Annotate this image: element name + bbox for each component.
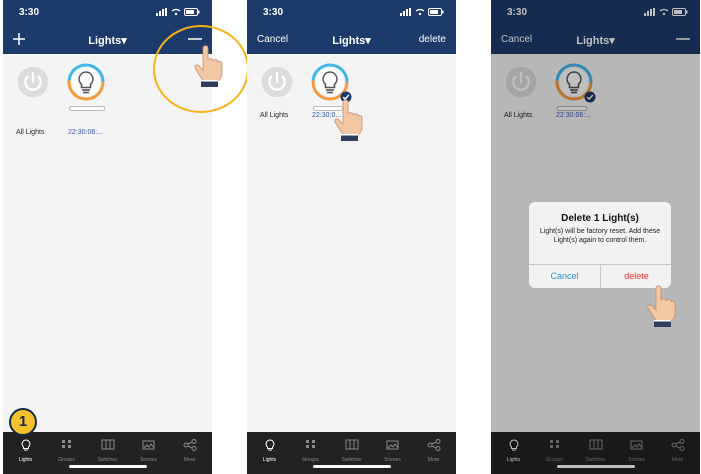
battery-icon xyxy=(428,8,444,16)
tab-more[interactable]: More xyxy=(169,438,210,463)
tab-label: Lights xyxy=(18,457,33,463)
home-indicator xyxy=(313,465,391,468)
tab-label: Scenes xyxy=(140,457,157,463)
all-lights-power-icon[interactable] xyxy=(259,64,295,100)
lights-tab-icon xyxy=(21,439,30,451)
delete-button[interactable]: delete xyxy=(419,34,446,45)
tab-label: Groups xyxy=(302,457,319,463)
tap-hand-icon xyxy=(646,284,676,328)
battery-icon xyxy=(184,8,200,16)
light-bulb-icon[interactable] xyxy=(66,62,106,102)
share-more-icon xyxy=(183,439,196,451)
tab-label: More xyxy=(183,457,196,463)
delete-confirm-dialog: Delete 1 Light(s) Light(s) will be facto… xyxy=(529,202,671,288)
tab-label: Switches xyxy=(97,457,118,463)
tab-groups[interactable]: Groups xyxy=(290,438,331,463)
home-indicator xyxy=(69,465,147,468)
tab-groups[interactable]: Groups xyxy=(46,438,87,463)
scenes-tab-icon xyxy=(386,440,398,450)
tab-more[interactable]: More xyxy=(413,438,454,463)
phone-screen-delete-dialog: 3:30 Cancel Lights▾ All Lights 22:30:06:… xyxy=(491,0,700,474)
lights-tab-icon xyxy=(265,439,274,451)
status-icons xyxy=(156,8,200,16)
wifi-icon xyxy=(171,8,181,16)
tab-switches[interactable]: Switches xyxy=(87,438,128,463)
tab-scenes[interactable]: Scenes xyxy=(372,438,413,463)
device-label-all-lights: All Lights xyxy=(260,112,289,119)
tap-hand-icon xyxy=(193,44,223,88)
status-icons xyxy=(400,8,444,16)
tab-lights[interactable]: Lights xyxy=(5,438,46,463)
tab-label: Groups xyxy=(58,457,75,463)
tab-label: Scenes xyxy=(384,457,401,463)
dialog-cancel-button[interactable]: Cancel xyxy=(529,271,600,281)
dialog-delete-button[interactable]: delete xyxy=(601,271,672,281)
wifi-icon xyxy=(415,8,425,16)
status-time: 3:30 xyxy=(19,7,40,18)
device-label-light: 22:30:06:... xyxy=(68,129,104,136)
nav-bar: Cancel Lights▾ delete xyxy=(247,26,456,54)
device-grid: All Lights 22:30:06:... xyxy=(3,54,212,432)
share-more-icon xyxy=(427,439,440,451)
tab-label: Switches xyxy=(341,457,362,463)
brightness-bar xyxy=(69,106,105,111)
tab-lights[interactable]: Lights xyxy=(249,438,290,463)
groups-tab-icon xyxy=(61,440,71,448)
phone-screen-select-mode: 3:30 Cancel Lights▾ delete All Lights 22… xyxy=(247,0,456,474)
switches-tab-icon xyxy=(101,439,114,450)
scenes-tab-icon xyxy=(142,440,154,450)
tab-switches[interactable]: Switches xyxy=(331,438,372,463)
switches-tab-icon xyxy=(345,439,358,450)
dialog-title: Delete 1 Light(s) xyxy=(561,213,639,224)
dialog-message: Light(s) will be factory reset. Add thes… xyxy=(539,228,661,244)
status-bar: 3:30 xyxy=(247,0,456,26)
all-lights-power-icon[interactable] xyxy=(15,64,51,100)
status-bar: 3:30 xyxy=(3,0,212,26)
tap-hand-icon xyxy=(333,98,363,142)
status-time: 3:30 xyxy=(263,7,284,18)
groups-tab-icon xyxy=(305,440,315,448)
signal-icon xyxy=(400,8,411,16)
tab-scenes[interactable]: Scenes xyxy=(128,438,169,463)
device-label-all-lights: All Lights xyxy=(16,129,45,136)
step-number-badge: 1 xyxy=(9,408,37,436)
signal-icon xyxy=(156,8,167,16)
tab-label: More xyxy=(427,457,440,463)
tab-label: Lights xyxy=(262,457,277,463)
